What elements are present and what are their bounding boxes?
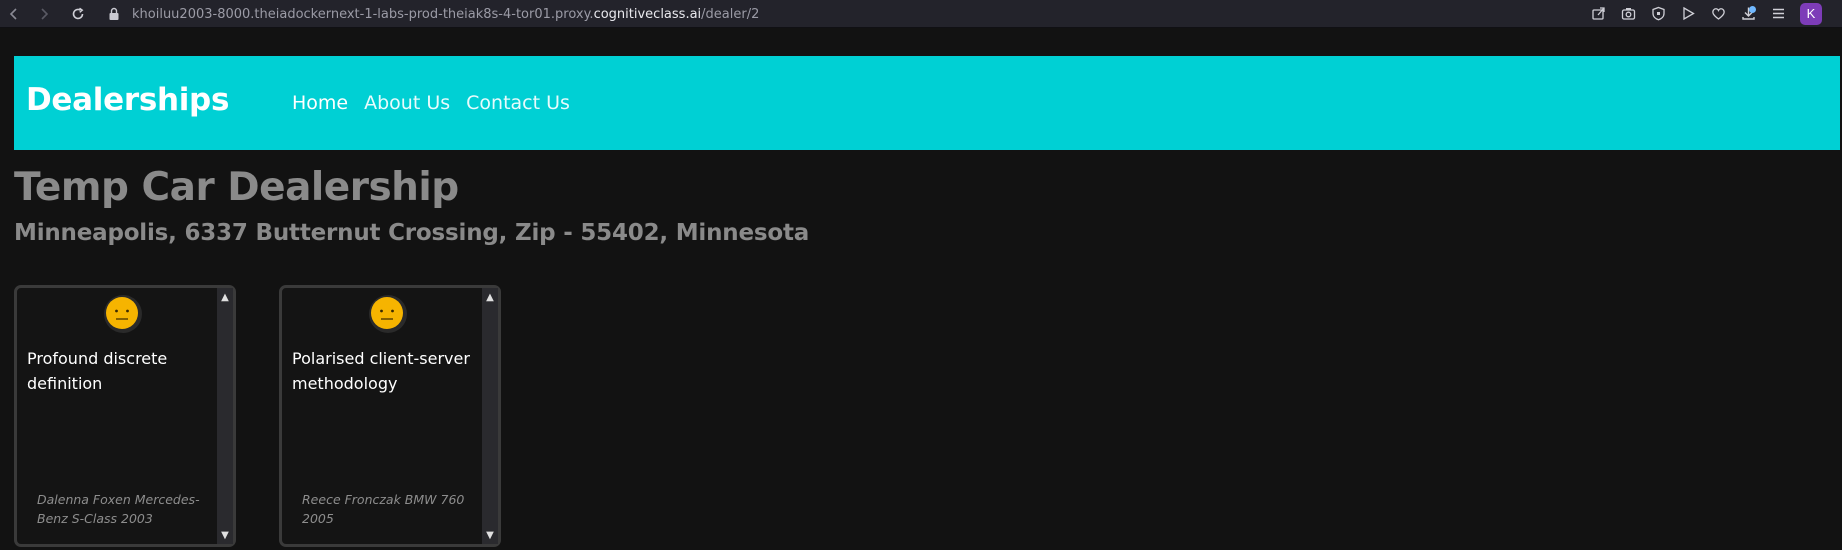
forward-arrow-icon xyxy=(41,8,49,20)
dealer-address: Minneapolis, 6337 Butternut Crossing, Zi… xyxy=(14,220,810,246)
scroll-up-icon[interactable]: ▲ xyxy=(217,290,233,304)
scroll-thumb[interactable] xyxy=(220,306,230,526)
screenshot-button[interactable] xyxy=(1620,6,1636,22)
reviewer-info: Dalenna Foxen Mercedes-Benz S-Class 2003 xyxy=(37,492,200,526)
site-navbar: Dealerships Home About Us Contact Us xyxy=(14,56,1840,150)
downloads-button[interactable] xyxy=(1740,5,1756,22)
nav-link-about-us[interactable]: About Us xyxy=(364,92,450,114)
review-text: Profound discrete definition xyxy=(27,349,168,393)
nav-links: Home About Us Contact Us xyxy=(292,92,586,114)
heart-icon xyxy=(1711,8,1725,20)
scroll-down-icon[interactable]: ▼ xyxy=(482,528,498,542)
brand-logo[interactable]: Dealerships xyxy=(26,82,229,118)
lock-icon xyxy=(109,7,119,20)
nav-link-home[interactable]: Home xyxy=(292,92,348,114)
neutral-face-icon xyxy=(104,295,142,333)
review-card: Polarised client-server methodology Reec… xyxy=(279,285,501,547)
url-path: /dealer/2 xyxy=(701,6,760,22)
review-card: Profound discrete definition Dalenna Fox… xyxy=(14,285,236,547)
dealer-name: Temp Car Dealership xyxy=(14,165,459,210)
nav-link-contact-us[interactable]: Contact Us xyxy=(466,92,570,114)
play-button[interactable] xyxy=(1680,6,1696,22)
back-button[interactable] xyxy=(4,4,24,24)
scroll-down-icon[interactable]: ▼ xyxy=(217,528,233,542)
menu-icon xyxy=(1772,8,1784,19)
back-arrow-icon xyxy=(9,8,17,20)
shield-button[interactable] xyxy=(1650,6,1666,22)
favorite-button[interactable] xyxy=(1710,6,1726,22)
neutral-face-icon xyxy=(369,295,407,333)
reload-button[interactable] xyxy=(68,4,88,24)
share-icon xyxy=(1591,7,1605,20)
menu-button[interactable] xyxy=(1770,6,1786,22)
reload-icon xyxy=(72,7,84,20)
browser-toolbar: khoiluu2003-8000.theiadockernext-1-labs-… xyxy=(0,0,1842,28)
address-bar[interactable]: khoiluu2003-8000.theiadockernext-1-labs-… xyxy=(108,6,759,22)
card-scrollbar[interactable]: ▲ ▼ xyxy=(217,288,233,544)
card-scrollbar[interactable]: ▲ ▼ xyxy=(482,288,498,544)
reviewer-info: Reece Fronczak BMW 760 2005 xyxy=(302,492,465,526)
url-prefix: khoiluu2003-8000.theiadockernext-1-labs-… xyxy=(132,6,594,22)
notification-dot xyxy=(1749,5,1756,13)
profile-avatar[interactable]: K xyxy=(1800,2,1822,25)
share-button[interactable] xyxy=(1590,6,1606,22)
forward-button[interactable] xyxy=(34,4,54,24)
shield-icon xyxy=(1651,6,1665,21)
play-icon xyxy=(1682,6,1695,21)
url-domain: cognitiveclass.ai xyxy=(593,6,702,22)
review-text: Polarised client-server methodology xyxy=(292,349,470,393)
scroll-thumb[interactable] xyxy=(485,306,495,526)
scroll-up-icon[interactable]: ▲ xyxy=(482,290,498,304)
camera-icon xyxy=(1621,8,1635,20)
